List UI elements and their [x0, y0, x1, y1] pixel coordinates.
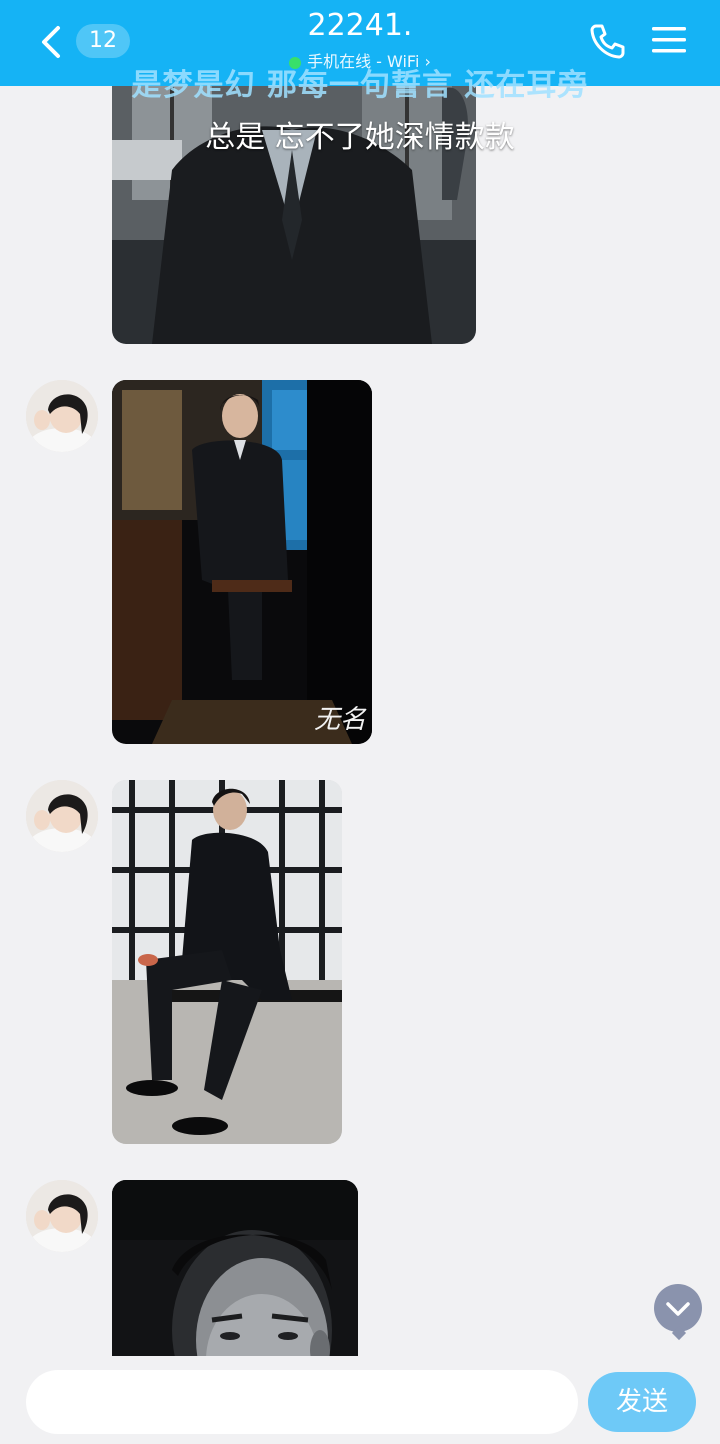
- image-message[interactable]: [112, 1180, 358, 1356]
- chat-header: 12 22241. 手机在线 - WiFi ›: [0, 0, 720, 86]
- menu-button[interactable]: [651, 24, 687, 56]
- message-input[interactable]: [26, 1370, 578, 1434]
- scroll-to-bottom-button[interactable]: [654, 1284, 702, 1332]
- image-message[interactable]: [112, 780, 342, 1144]
- photo-man-in-suit-1: [112, 86, 476, 344]
- hamburger-menu-icon: [652, 27, 686, 53]
- photo-man-portrait-bw: [112, 1180, 358, 1356]
- send-button[interactable]: 发送: [588, 1372, 696, 1432]
- avatar-icon: [26, 780, 98, 852]
- call-button[interactable]: [588, 22, 626, 60]
- chevron-down-icon: [666, 1302, 690, 1316]
- message-list[interactable]: 无名: [0, 86, 720, 1356]
- online-indicator-icon: [289, 56, 302, 69]
- photo-man-sitting-bench: [112, 780, 342, 1144]
- watermark-text: 无名: [314, 705, 367, 735]
- message-composer: 发送: [0, 1356, 720, 1444]
- online-status-text: 手机在线 - WiFi: [307, 52, 420, 71]
- avatar-icon: [26, 1180, 98, 1252]
- photo-man-seated-phone: 无名: [112, 380, 372, 744]
- avatar-icon: [26, 380, 98, 452]
- image-message[interactable]: 无名: [112, 380, 372, 744]
- phone-icon: [590, 24, 625, 59]
- image-message[interactable]: [112, 86, 476, 344]
- avatar[interactable]: [26, 1180, 98, 1252]
- status-chevron-icon: ›: [424, 52, 431, 71]
- avatar[interactable]: [26, 780, 98, 852]
- avatar[interactable]: [26, 380, 98, 452]
